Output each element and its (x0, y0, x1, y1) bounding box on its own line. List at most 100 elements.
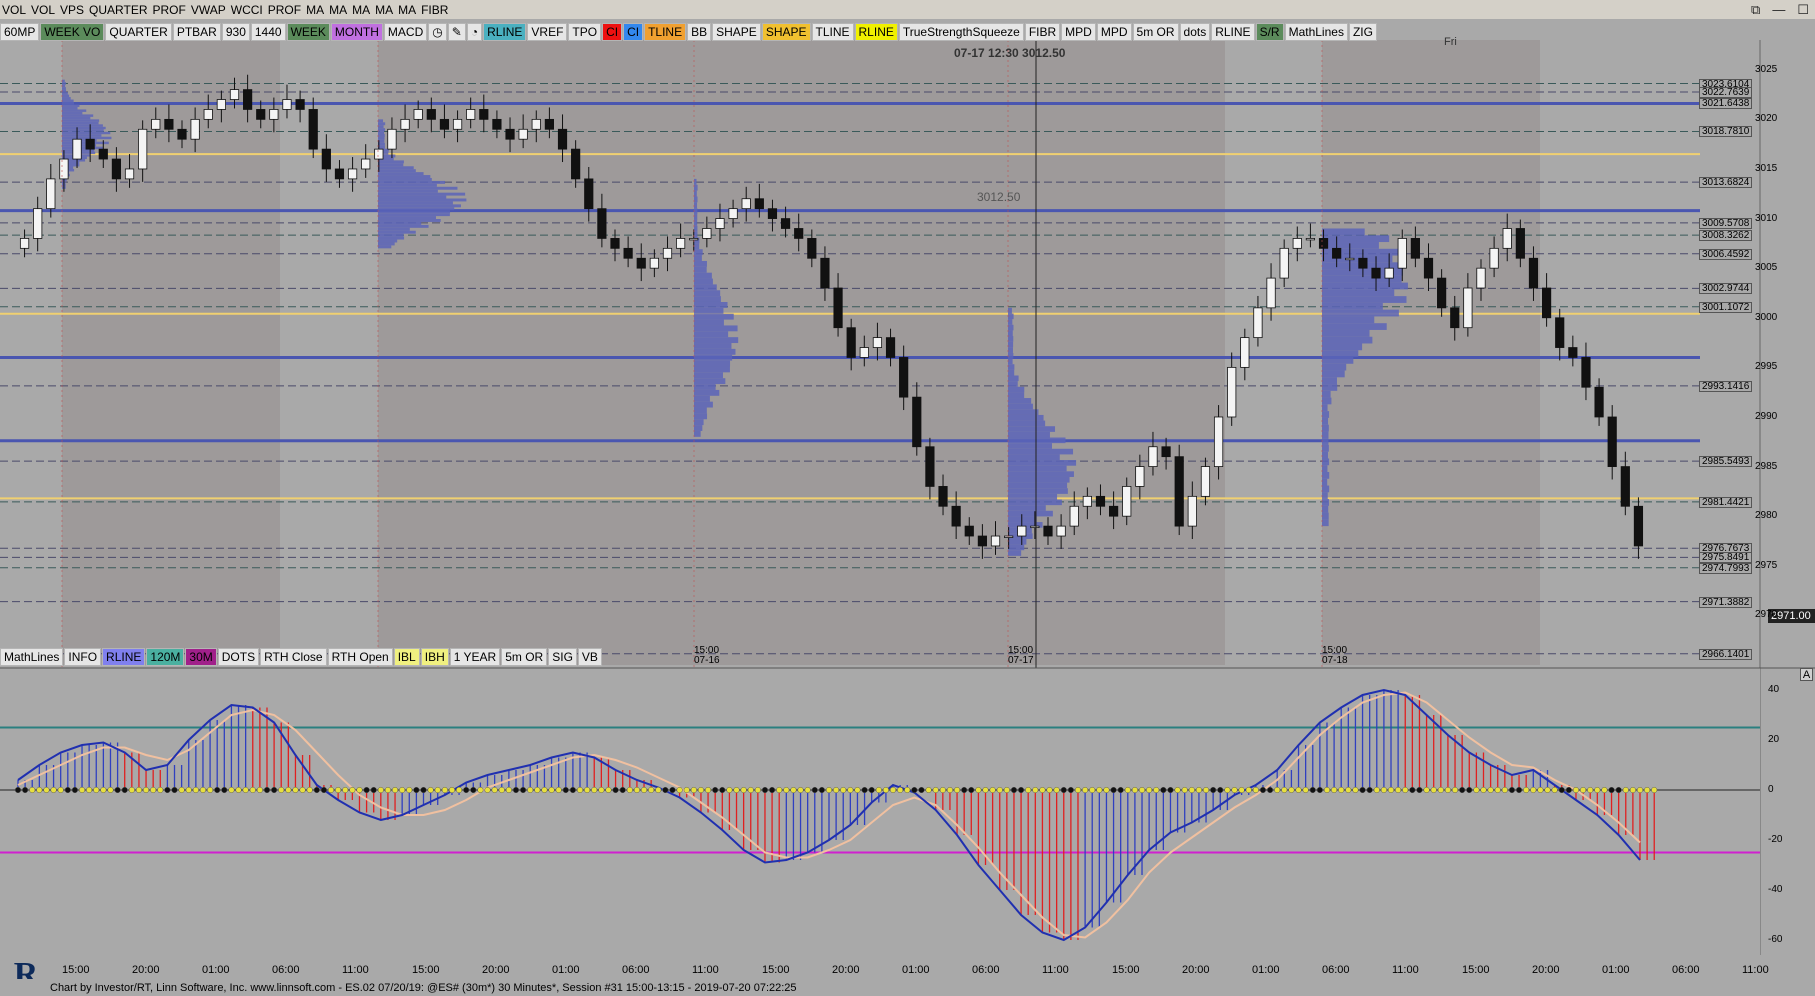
toolbar-top-button[interactable]: MA (373, 1, 395, 19)
toolbar-main-button[interactable]: S/R (1255, 22, 1284, 41)
toolbar-main-button[interactable]: RLINE (854, 22, 898, 41)
toolbar-main-button[interactable]: MONTH (330, 22, 383, 41)
toolbar-main-button[interactable]: TrueStrengthSqueeze (898, 22, 1024, 41)
candle-body (1450, 307, 1460, 329)
toolbar-main-button[interactable]: TLINE (644, 22, 687, 41)
toolbar-top-button[interactable]: QUARTER (87, 1, 149, 19)
toolbar-main-button[interactable]: SHAPE (761, 22, 811, 41)
volume-profile-bar (1008, 516, 1037, 523)
toolbar-main-button[interactable]: MACD (383, 22, 428, 41)
zero-dot (420, 786, 427, 794)
toolbar-main-button[interactable]: MPD (1061, 22, 1096, 41)
toolbar-bottom-button[interactable]: MathLines (0, 647, 64, 666)
time-axis-tick: 15:00 (62, 964, 90, 976)
toolbar-bottom-button[interactable]: 5m OR (501, 647, 548, 666)
volume-profile-bar (1322, 519, 1329, 527)
toolbar-main-button[interactable]: TPO (568, 22, 602, 41)
toolbar-bottom-button[interactable]: RTH Open (327, 647, 393, 666)
session-date-label: 07-16 (694, 655, 720, 666)
toolbar-bottom-button[interactable]: IBL (393, 647, 420, 666)
volume-profile-bar (1322, 336, 1373, 344)
toolbar-main-button[interactable]: WEEK (286, 22, 330, 41)
volume-profile-bar (378, 204, 461, 208)
zero-dot (541, 786, 548, 794)
restore-icon[interactable]: ⧉ (1751, 2, 1760, 18)
candle-body (1240, 337, 1250, 368)
toolbar-top-button[interactable]: VWAP (189, 1, 228, 19)
toolbar-main-button[interactable]: ✎ (447, 22, 466, 41)
zero-dot (769, 786, 776, 794)
volume-profile-bar (1322, 289, 1395, 297)
toolbar-main-button[interactable]: QUARTER (105, 22, 172, 41)
toolbar-bottom-button[interactable]: IBH (420, 647, 449, 666)
toolbar-bottom-button[interactable]: RTH Close (260, 647, 327, 666)
toolbar-top-button[interactable]: FIBR (419, 1, 450, 19)
toolbar-main-button[interactable]: TLINE (811, 22, 854, 41)
toolbar-main-button[interactable]: 60MP (0, 22, 40, 41)
candle-body (1555, 317, 1565, 348)
toolbar-main-button[interactable]: ZIG (1348, 22, 1377, 41)
toolbar-bottom-button[interactable]: 1 YEAR (449, 647, 501, 666)
panel-tag[interactable]: A (1800, 668, 1813, 681)
volume-profile-bar (378, 245, 392, 249)
toolbar-main-button[interactable]: MPD (1096, 22, 1132, 41)
toolbar-top-button[interactable]: MA (304, 1, 326, 19)
time-axis-tick: 06:00 (972, 964, 1000, 976)
toolbar-main-button[interactable]: FIBR (1024, 22, 1061, 41)
toolbar-main-button[interactable]: SHAPE (712, 22, 761, 41)
zero-dot (1153, 786, 1160, 794)
maximize-icon[interactable]: ☐ (1797, 2, 1809, 18)
toolbar-top-button[interactable]: VOL (0, 1, 28, 19)
toolbar-main-button[interactable]: BB (687, 22, 712, 41)
toolbar-bottom-button[interactable]: VB (577, 647, 602, 666)
toolbar-main-button[interactable]: dots (1179, 22, 1211, 41)
candle-body (1305, 238, 1316, 241)
zero-dot (1089, 786, 1096, 794)
zero-dot (512, 786, 520, 794)
toolbar-main-button[interactable]: 1440 (250, 22, 286, 41)
toolbar-top-button[interactable]: MA (350, 1, 372, 19)
toolbar-main-button[interactable]: MathLines (1284, 22, 1348, 41)
toolbar-top-button[interactable]: MA (396, 1, 418, 19)
zero-dot (406, 786, 413, 794)
volume-profile-bar (378, 177, 432, 181)
toolbar-bottom-button[interactable]: DOTS (217, 647, 260, 666)
toolbar-bottom-button[interactable]: 120M (146, 647, 185, 666)
toolbar-top-button[interactable]: VPS (58, 1, 86, 19)
toolbar-top-button[interactable]: WCCI (229, 1, 265, 19)
toolbar-main-button[interactable]: ◔ (466, 22, 483, 41)
toolbar-bottom-button[interactable]: INFO (64, 647, 102, 666)
chart-canvas[interactable] (0, 0, 1815, 996)
zero-dot (861, 786, 868, 794)
toolbar-main-button[interactable]: PTBAR (172, 22, 221, 41)
toolbar-top-button[interactable]: PROF (266, 1, 303, 19)
minimize-icon[interactable]: — (1772, 2, 1785, 17)
volume-profile-bar (378, 221, 422, 225)
toolbar-main-button[interactable]: CI (623, 22, 644, 41)
toolbar-main-button[interactable]: VREF (527, 22, 568, 41)
candle-body (649, 257, 659, 269)
toolbar-main-button[interactable]: WEEK VO (40, 22, 105, 41)
zero-dot (648, 786, 655, 794)
price-level-label: 3001.1072 (1699, 301, 1753, 313)
candle-body (98, 148, 108, 160)
price-axis-tick: 2985 (1755, 460, 1778, 472)
candle-body (1279, 247, 1289, 279)
toolbar-main-button[interactable]: RLINE (483, 22, 527, 41)
toolbar-main-button[interactable]: RLINE (1211, 22, 1255, 41)
toolbar-main-button[interactable]: CI (602, 22, 623, 41)
toolbar-bottom-button[interactable]: SIG (548, 647, 577, 666)
toolbar-top-button[interactable]: PROF (151, 1, 188, 19)
toolbar-main-button[interactable]: 5m OR (1132, 22, 1179, 41)
toolbar-main-button[interactable]: 930 (221, 22, 250, 41)
candle-body (46, 178, 56, 210)
toolbar-top-button[interactable]: MA (327, 1, 349, 19)
zero-dot (1537, 786, 1544, 794)
zero-dot (1046, 786, 1053, 794)
toolbar-top-button[interactable]: VOL (29, 1, 57, 19)
candle-body (1148, 446, 1158, 467)
toolbar-bottom-button[interactable]: 30M (185, 647, 217, 666)
candle-body (1410, 238, 1420, 259)
toolbar-main-button[interactable]: ◷ (428, 22, 447, 41)
toolbar-bottom-button[interactable]: RLINE (102, 647, 146, 666)
